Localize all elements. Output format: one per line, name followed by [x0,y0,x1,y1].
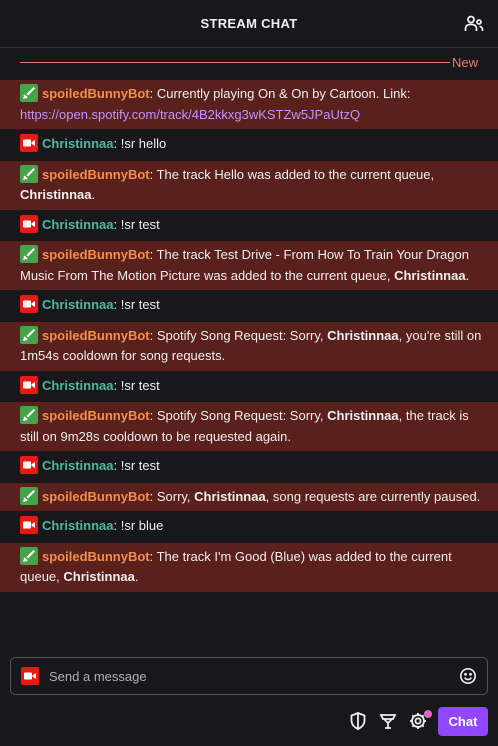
user-mention: Christinnaa [327,408,399,423]
bot-sword-badge-icon [20,406,38,424]
chat-message: Christinnaa: !sr test [0,290,498,322]
chat-username[interactable]: spoiledBunnyBot [42,328,150,343]
message-text: : Spotify Song Request: Sorry, [149,408,328,423]
chat-username[interactable]: spoiledBunnyBot [42,247,150,262]
chat-username[interactable]: Christinnaa [42,518,114,533]
moderation-shield-icon[interactable] [348,711,368,731]
message-text: . [465,267,470,283]
message-text: : !sr test [113,216,160,232]
notification-dot [424,710,432,718]
message-text: : Spotify Song Request: Sorry, [149,327,328,343]
user-mention: Christinnaa [63,569,135,584]
broadcaster-badge-icon [20,375,38,394]
chat-message: Christinnaa: !sr blue [0,511,498,543]
bot-sword-badge-icon [20,486,38,505]
community-icon[interactable] [464,14,484,34]
chat-message: spoiledBunnyBot: Spotify Song Request: S… [0,402,498,451]
chat-header: STREAM CHAT [0,0,498,48]
new-messages-label: New [451,55,478,70]
broadcaster-badge-icon [20,295,38,313]
chat-username[interactable]: Christinnaa [42,297,114,312]
chat-message: Christinnaa: !sr hello [0,129,498,161]
message-text: : The track Hello was added to the curre… [149,166,435,182]
chat-username[interactable]: Christinnaa [42,458,114,473]
chat-username[interactable]: spoiledBunnyBot [42,408,150,423]
new-messages-divider [20,62,450,63]
user-mention: Christinnaa [394,267,466,283]
chat-username[interactable]: Christinnaa [42,136,114,151]
chat-message: spoiledBunnyBot: The track I'm Good (Blu… [0,542,498,592]
message-text: : !sr blue [113,518,164,533]
chat-message: Christinnaa: !sr test [0,210,498,242]
user-mention: Christinnaa [20,187,92,202]
bot-sword-badge-icon [20,84,38,102]
broadcaster-badge-icon [20,456,38,474]
channel-points-icon[interactable] [378,711,398,731]
chat-message: spoiledBunnyBot: The track Hello was add… [0,160,498,210]
broadcaster-badge-icon [20,516,38,534]
chat-username[interactable]: spoiledBunnyBot [42,549,150,564]
message-text: : !sr hello [113,136,167,151]
message-text: : Currently playing On & On by Cartoon. … [149,86,411,101]
chat-message: spoiledBunnyBot: Currently playing On & … [0,80,498,129]
user-mention: Christinnaa [194,488,266,504]
message-text: : Sorry, [149,488,195,504]
message-text: : !sr test [113,458,160,473]
chat-message: spoiledBunnyBot: Spotify Song Request: S… [0,321,498,371]
bot-sword-badge-icon [20,164,38,183]
chat-username[interactable]: spoiledBunnyBot [42,489,150,504]
broadcaster-badge-icon [20,134,38,152]
chat-username[interactable]: spoiledBunnyBot [42,167,150,182]
chat-message: Christinnaa: !sr test [0,371,498,403]
chat-username[interactable]: spoiledBunnyBot [42,86,150,101]
chat-input[interactable] [49,658,449,694]
bot-sword-badge-icon [20,245,38,263]
message-text: : !sr test [113,297,160,312]
message-link[interactable]: https://open.spotify.com/track/4B2kkxg3w… [20,107,360,122]
message-text: . [91,187,96,202]
chat-message: Christinnaa: !sr test [0,451,498,483]
chat-send-button[interactable]: Chat [438,707,488,736]
message-text: : !sr test [113,377,160,393]
bot-sword-badge-icon [20,325,38,344]
chat-title: STREAM CHAT [200,16,298,31]
bot-sword-badge-icon [20,546,38,565]
broadcaster-badge-icon [21,667,39,685]
chat-input-container [10,657,488,695]
chat-message: spoiledBunnyBot: The track Test Drive - … [0,241,498,290]
user-mention: Christinnaa [327,327,399,343]
emote-picker-icon[interactable] [459,667,477,685]
message-text: . [134,569,139,584]
chat-message-list: spoiledBunnyBot: Currently playing On & … [0,80,498,592]
chat-message: spoiledBunnyBot: Sorry, Christinnaa, son… [0,482,498,511]
chat-username[interactable]: Christinnaa [42,217,114,232]
message-text: , song requests are currently paused. [265,488,481,504]
broadcaster-badge-icon [20,214,38,233]
chat-username[interactable]: Christinnaa [42,378,114,393]
